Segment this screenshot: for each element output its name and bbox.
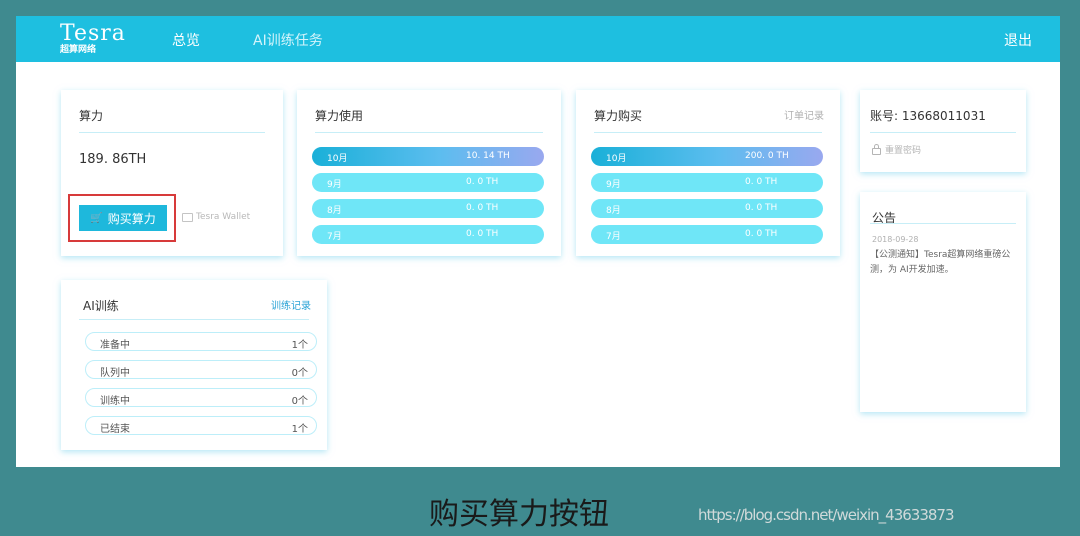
purchase-row: 8月 0. 0 TH <box>591 199 823 218</box>
nav-overview[interactable]: 总览 <box>172 30 200 50</box>
status-count: 0个 <box>291 368 308 379</box>
reset-password-link[interactable]: 重置密码 <box>872 143 921 156</box>
divider <box>594 132 822 133</box>
usage-row: 9月 0. 0 TH <box>312 173 544 192</box>
usage-month: 10月 <box>327 154 348 164</box>
logo-text: Tesra <box>60 21 126 46</box>
logout-link[interactable]: 退出 <box>1004 30 1032 50</box>
notice-text[interactable]: 【公测通知】Tesra超算网络重磅公测，为 AI开发加速。 <box>870 248 1022 278</box>
purchase-row: 7月 0. 0 TH <box>591 225 823 244</box>
usage-value: 0. 0 TH <box>466 203 499 213</box>
usage-title: 算力使用 <box>315 109 364 123</box>
training-status-row: 训练中 0个 <box>85 388 317 407</box>
buy-hashpower-button[interactable]: 🛒 购买算力 <box>79 205 167 231</box>
order-records-link[interactable]: 订单记录 <box>784 107 824 122</box>
tesra-wallet-label: Tesra Wallet <box>196 212 251 222</box>
training-records-link[interactable]: 训练记录 <box>271 297 311 312</box>
usage-value: 10. 14 TH <box>466 151 510 161</box>
hashpower-card: 算力 189. 86TH 🛒 购买算力 Tesra Wallet <box>61 90 283 256</box>
usage-card: 算力使用 10月 10. 14 TH 9月 0. 0 TH 8月 0. 0 TH… <box>297 90 561 256</box>
usage-value: 0. 0 TH <box>466 229 499 239</box>
purchase-month: 7月 <box>606 232 621 242</box>
status-label: 队列中 <box>100 368 130 379</box>
usage-row: 10月 10. 14 TH <box>312 147 544 166</box>
hashpower-value: 189. 86TH <box>79 152 147 167</box>
divider <box>79 132 265 133</box>
usage-row: 7月 0. 0 TH <box>312 225 544 244</box>
ai-training-title: AI训练 <box>83 299 119 313</box>
logo-subtitle: 超算网络 <box>60 45 97 55</box>
purchase-value: 0. 0 TH <box>745 229 778 239</box>
cart-icon: 🛒 <box>90 212 103 224</box>
purchase-month: 8月 <box>606 206 621 216</box>
purchase-row: 10月 200. 0 TH <box>591 147 823 166</box>
folder-icon <box>182 212 193 222</box>
divider <box>870 132 1016 133</box>
divider <box>870 223 1016 224</box>
caption: 购买算力按钮 <box>429 497 609 532</box>
notice-card: 公告 2018-09-28 【公测通知】Tesra超算网络重磅公测，为 AI开发… <box>860 192 1026 412</box>
buy-hashpower-label: 购买算力 <box>107 211 156 226</box>
status-count: 1个 <box>291 424 308 435</box>
training-status-row: 已结束 1个 <box>85 416 317 435</box>
usage-month: 9月 <box>327 180 342 190</box>
usage-value: 0. 0 TH <box>466 177 499 187</box>
app-window: Tesra 超算网络 总览 AI训练任务 退出 算力 189. 86TH 🛒 购… <box>16 16 1060 467</box>
usage-month: 7月 <box>327 232 342 242</box>
tesra-logo[interactable]: Tesra 超算网络 <box>60 21 126 56</box>
account-number: 账号: 13668011031 <box>870 109 986 123</box>
status-count: 1个 <box>291 340 308 351</box>
usage-month: 8月 <box>327 206 342 216</box>
divider <box>315 132 543 133</box>
hashpower-title: 算力 <box>79 109 104 123</box>
status-label: 训练中 <box>100 396 130 407</box>
status-label: 准备中 <box>100 340 130 351</box>
purchase-value: 0. 0 TH <box>745 177 778 187</box>
status-count: 0个 <box>291 396 308 407</box>
divider <box>79 319 309 320</box>
top-navigation-bar: Tesra 超算网络 总览 AI训练任务 退出 <box>16 16 1060 62</box>
tesra-wallet-link[interactable]: Tesra Wallet <box>182 212 250 222</box>
training-status-row: 队列中 0个 <box>85 360 317 379</box>
lock-icon <box>872 143 881 155</box>
training-status-row: 准备中 1个 <box>85 332 317 351</box>
purchase-month: 9月 <box>606 180 621 190</box>
account-card: 账号: 13668011031 重置密码 <box>860 90 1026 172</box>
purchase-value: 200. 0 TH <box>745 151 789 161</box>
purchase-month: 10月 <box>606 154 627 164</box>
notice-date: 2018-09-28 <box>872 235 919 244</box>
watermark: https://blog.csdn.net/weixin_43633873 <box>698 506 955 524</box>
usage-row: 8月 0. 0 TH <box>312 199 544 218</box>
nav-ai-training-tasks[interactable]: AI训练任务 <box>253 30 323 50</box>
reset-password-label: 重置密码 <box>885 146 922 156</box>
purchase-row: 9月 0. 0 TH <box>591 173 823 192</box>
ai-training-card: AI训练 训练记录 准备中 1个 队列中 0个 训练中 0个 已结束 1个 <box>61 280 327 450</box>
status-label: 已结束 <box>100 424 130 435</box>
purchase-card: 算力购买 订单记录 10月 200. 0 TH 9月 0. 0 TH 8月 0.… <box>576 90 840 256</box>
purchase-value: 0. 0 TH <box>745 203 778 213</box>
purchase-title: 算力购买 <box>594 109 643 123</box>
